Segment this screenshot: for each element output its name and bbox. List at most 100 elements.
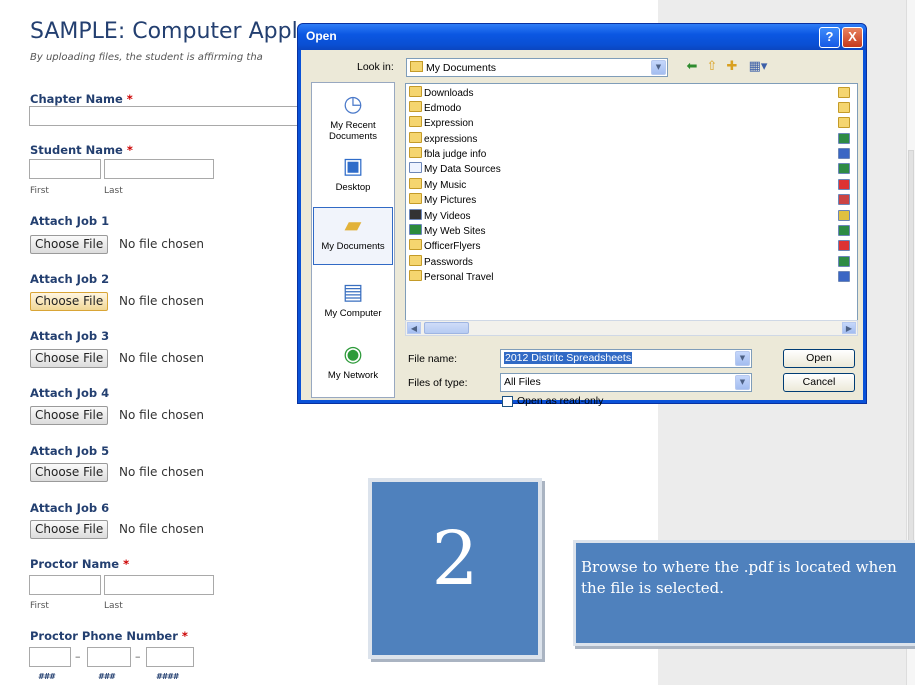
instruction-callout: Browse to where the .pdf is located when… bbox=[573, 540, 915, 646]
file-item[interactable]: My Pictures bbox=[409, 193, 476, 208]
student-last-input[interactable] bbox=[104, 159, 214, 179]
choose-file-3-button[interactable]: Choose File bbox=[30, 349, 109, 368]
look-in-value: My Documents bbox=[410, 61, 496, 74]
file-item[interactable]: My Videos bbox=[409, 209, 471, 224]
last-sublabel: Last bbox=[104, 186, 123, 196]
file-item[interactable]: My Data Sources bbox=[409, 162, 501, 177]
file-list[interactable]: Downloads Edmodo Expression expressions … bbox=[405, 83, 858, 336]
chevron-down-icon[interactable]: ▼ bbox=[735, 375, 750, 390]
proctor-first-sublabel: First bbox=[30, 601, 49, 611]
file-item[interactable]: Expression bbox=[409, 116, 473, 131]
instruction-text: Browse to where the .pdf is located when… bbox=[581, 558, 897, 597]
proctor-phone-label: Proctor Phone Number * bbox=[30, 629, 188, 643]
read-only-label: Open as read-only bbox=[517, 395, 604, 407]
folder-icon bbox=[838, 87, 850, 98]
my-computer-icon: ▤ bbox=[342, 279, 364, 304]
folder-icon bbox=[409, 270, 422, 281]
views-menu-icon[interactable]: ▦▾ bbox=[745, 58, 771, 76]
student-first-input[interactable] bbox=[29, 159, 101, 179]
attach-job-1-label: Attach Job 1 bbox=[30, 214, 110, 228]
file-item[interactable]: Passwords bbox=[409, 255, 473, 270]
file-status-6: No file chosen bbox=[119, 522, 205, 536]
file-item[interactable]: Downloads bbox=[409, 86, 473, 101]
place-desktop[interactable]: ▣ Desktop bbox=[313, 149, 393, 207]
file-item[interactable]: fbla judge info bbox=[409, 147, 486, 162]
choose-file-5-button[interactable]: Choose File bbox=[30, 463, 109, 482]
file-name-input[interactable]: 2012 Distritc Spreadsheets ▼ bbox=[500, 349, 752, 368]
scroll-right-icon[interactable]: ▶ bbox=[842, 322, 856, 334]
choose-file-2-button[interactable]: Choose File bbox=[30, 292, 109, 311]
file-item[interactable]: My Music bbox=[409, 178, 466, 193]
phone-area-input[interactable] bbox=[29, 647, 71, 667]
file-item[interactable]: My Web Sites bbox=[409, 224, 486, 239]
phone-prefix-input[interactable] bbox=[87, 647, 131, 667]
attach-job-6-label: Attach Job 6 bbox=[30, 501, 110, 515]
place-my-computer[interactable]: ▤ My Computer bbox=[313, 275, 393, 333]
attach-job-4-label: Attach Job 4 bbox=[30, 386, 110, 400]
dialog-body: Look in: My Documents ▼ ⬅ ⇧ ✚ ▦▾ ◷ My Re… bbox=[301, 50, 863, 407]
my-documents-small-icon bbox=[410, 61, 423, 72]
web-sites-icon bbox=[409, 224, 422, 235]
recent-documents-icon: ◷ bbox=[343, 91, 363, 116]
file-type-dropdown[interactable]: All Files ▼ bbox=[500, 373, 752, 392]
folder-icon bbox=[838, 117, 850, 128]
file-list-scrollbar[interactable]: ◀ ▶ bbox=[405, 320, 858, 336]
step-number-box: 2 bbox=[368, 478, 542, 659]
first-sublabel: First bbox=[30, 186, 49, 196]
place-my-recent-documents[interactable]: ◷ My Recent Documents bbox=[313, 87, 393, 145]
chevron-down-icon[interactable]: ▼ bbox=[651, 60, 666, 75]
word-file-icon bbox=[838, 148, 850, 159]
excel-file-icon bbox=[838, 225, 850, 236]
choose-file-1-button[interactable]: Choose File bbox=[30, 235, 109, 254]
proctor-last-sublabel: Last bbox=[104, 601, 123, 611]
place-label: My Computer bbox=[324, 308, 382, 319]
folder-icon bbox=[409, 239, 422, 250]
scrollbar-thumb[interactable] bbox=[424, 322, 469, 334]
cancel-button[interactable]: Cancel bbox=[783, 373, 855, 392]
places-bar: ◷ My Recent Documents ▣ Desktop ▰ My Doc… bbox=[311, 82, 395, 398]
up-folder-icon[interactable]: ⇧ bbox=[703, 58, 721, 76]
phone-format-prefix: ### bbox=[98, 672, 115, 681]
choose-file-6-button[interactable]: Choose File bbox=[30, 520, 109, 539]
help-button[interactable]: ? bbox=[819, 27, 840, 48]
place-my-documents[interactable]: ▰ My Documents bbox=[313, 207, 393, 265]
proctor-name-label: Proctor Name * bbox=[30, 557, 130, 571]
place-my-network[interactable]: ◉ My Network bbox=[313, 337, 393, 395]
pdf-file-icon bbox=[838, 240, 850, 251]
folder-icon bbox=[409, 147, 422, 158]
proctor-last-input[interactable] bbox=[104, 575, 214, 595]
file-item[interactable]: expressions bbox=[409, 132, 477, 147]
file-item[interactable]: Edmodo bbox=[409, 101, 461, 116]
new-folder-icon[interactable]: ✚ bbox=[723, 58, 741, 76]
file-status-3: No file chosen bbox=[119, 351, 205, 365]
read-only-checkbox[interactable] bbox=[502, 396, 513, 407]
excel-file-icon bbox=[838, 256, 850, 267]
chevron-down-icon[interactable]: ▼ bbox=[735, 351, 750, 366]
dialog-title: Open bbox=[306, 29, 337, 43]
phone-line-input[interactable] bbox=[146, 647, 194, 667]
archive-file-icon bbox=[838, 210, 850, 221]
open-button[interactable]: Open bbox=[783, 349, 855, 368]
excel-file-icon bbox=[838, 163, 850, 174]
phone-dash-2: – bbox=[135, 650, 141, 663]
file-item[interactable]: Personal Travel bbox=[409, 270, 493, 285]
place-label: My Documents bbox=[321, 241, 385, 252]
look-in-dropdown[interactable]: My Documents ▼ bbox=[406, 58, 668, 77]
step-number: 2 bbox=[431, 516, 479, 602]
file-type-value: All Files bbox=[504, 376, 541, 388]
form-subtitle: By uploading files, the student is affir… bbox=[30, 52, 263, 63]
proctor-first-input[interactable] bbox=[29, 575, 101, 595]
file-item[interactable]: OfficerFlyers bbox=[409, 239, 481, 254]
folder-icon bbox=[409, 116, 422, 127]
powerpoint-file-icon bbox=[838, 194, 850, 205]
file-status-5: No file chosen bbox=[119, 465, 205, 479]
chapter-name-input[interactable] bbox=[29, 106, 319, 126]
back-icon[interactable]: ⬅ bbox=[683, 58, 701, 76]
choose-file-4-button[interactable]: Choose File bbox=[30, 406, 109, 425]
dialog-titlebar[interactable]: Open ? X bbox=[298, 24, 866, 50]
attach-job-2-label: Attach Job 2 bbox=[30, 272, 110, 286]
chapter-name-label: Chapter Name * bbox=[30, 92, 133, 106]
close-button[interactable]: X bbox=[842, 27, 863, 48]
scroll-left-icon[interactable]: ◀ bbox=[407, 322, 421, 334]
folder-icon bbox=[409, 101, 422, 112]
